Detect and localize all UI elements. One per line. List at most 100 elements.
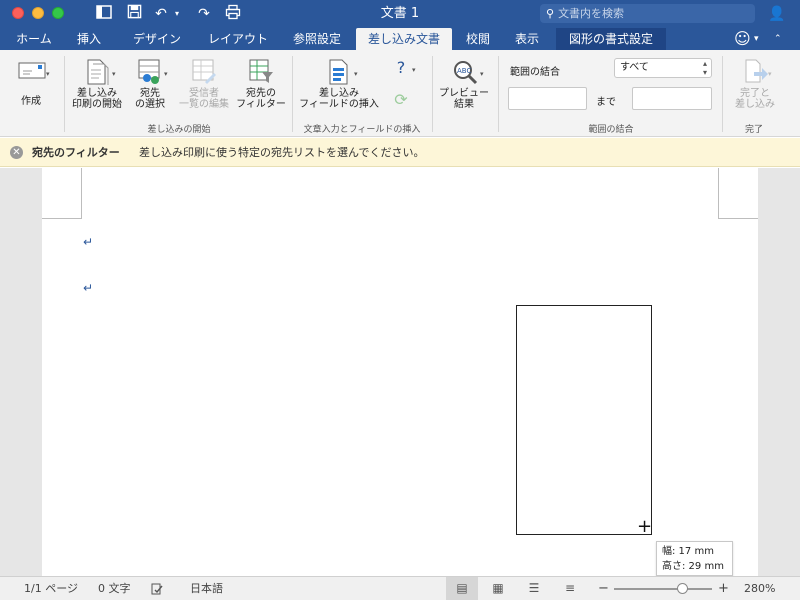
start-merge-label-2: 印刷の開始 [72, 99, 122, 110]
redo-icon[interactable]: ↷ [195, 4, 213, 24]
tab-view[interactable]: 表示 [504, 28, 550, 50]
filter-recipients-label-2: フィルター [236, 99, 286, 110]
edit-recipients-label-2: 一覧の編集 [179, 99, 229, 110]
page-count[interactable]: 1/1 ページ [24, 577, 78, 600]
tooltip-width: 幅: 17 mm [662, 546, 714, 557]
finish-label-2: 差し込み [735, 99, 775, 110]
ribbon-collapse-icon[interactable]: ⌃ [774, 28, 782, 50]
range-select-value: すべて [620, 62, 649, 73]
document-page[interactable]: ↵ ↵ + 幅: 17 mm 高さ: 29 mm [42, 168, 758, 576]
tab-insert[interactable]: 挿入 [70, 28, 108, 50]
ribbon-separator [722, 56, 723, 132]
insert-field-dropdown-icon[interactable]: ▾ [354, 70, 358, 78]
preview-magnifier-icon: ABC [451, 58, 478, 85]
outline-view-icon[interactable]: ☰ [518, 577, 550, 600]
ribbon-separator [292, 56, 293, 132]
start-mail-merge-button[interactable]: 差し込み 印刷の開始 [70, 58, 124, 110]
select-recipients-label-2: の選択 [135, 99, 165, 110]
start-merge-dropdown-icon[interactable]: ▾ [112, 70, 116, 78]
zoom-level[interactable]: 280% [744, 577, 775, 600]
sidebar-toggle-icon[interactable] [95, 4, 113, 24]
insert-merge-field-button[interactable]: 差し込み フィールドの挿入 [296, 58, 382, 110]
group-label-range: 範囲の結合 [588, 125, 634, 135]
document-merge-icon [84, 58, 110, 85]
preview-dropdown-icon[interactable]: ▾ [480, 70, 484, 78]
crosshair-cursor-icon: + [637, 516, 653, 537]
finish-dropdown-icon[interactable]: ▾ [768, 70, 772, 78]
save-icon[interactable] [125, 4, 143, 24]
drawn-shape[interactable] [516, 305, 652, 535]
tab-design[interactable]: デザイン [122, 28, 192, 50]
merge-field-icon [326, 58, 352, 85]
feedback-dropdown-icon[interactable]: ▾ [754, 28, 759, 50]
proofing-icon[interactable] [150, 577, 164, 600]
message-title: 宛先のフィルター [32, 146, 120, 159]
create-button[interactable]: 作成 [6, 60, 56, 107]
maximize-window-button[interactable] [52, 7, 64, 19]
zoom-slider[interactable] [614, 588, 712, 590]
print-layout-view-icon[interactable]: ▤ [446, 577, 478, 600]
language[interactable]: 日本語 [190, 577, 223, 600]
svg-text:ABC: ABC [457, 67, 471, 75]
print-icon[interactable] [224, 4, 242, 24]
tab-layout[interactable]: レイアウト [200, 28, 276, 50]
share-user-icon[interactable]: 👤 [768, 4, 785, 24]
finish-merge-button[interactable]: 完了と 差し込み [730, 58, 780, 110]
select-recipients-dropdown-icon[interactable]: ▾ [164, 70, 168, 78]
range-select[interactable]: すべて ▴ ▾ [614, 58, 712, 78]
edit-recipients-label-1: 受信者 [189, 88, 219, 99]
insert-field-label-2: フィールドの挿入 [299, 99, 379, 110]
status-bar: 1/1 ページ 0 文字 日本語 ▤ ▦ ☰ ≡ − + 280% [0, 576, 800, 600]
refresh-icon: ⟳ [394, 90, 408, 109]
group-label-finish: 完了 [744, 125, 763, 135]
zoom-in-button[interactable]: + [718, 577, 729, 600]
close-window-button[interactable] [12, 7, 24, 19]
tab-home[interactable]: ホーム [8, 28, 60, 50]
minimize-window-button[interactable] [32, 7, 44, 19]
zoom-out-button[interactable]: − [598, 577, 609, 600]
range-to-field[interactable] [632, 87, 712, 110]
range-from-field[interactable] [508, 87, 587, 110]
range-to-label: まで [596, 97, 616, 108]
margin-corner-mark [718, 168, 758, 219]
updown-icon: ▴ ▾ [702, 59, 707, 77]
undo-icon[interactable]: ↶ [152, 4, 170, 24]
tab-mailings[interactable]: 差し込み文書 [356, 28, 452, 50]
filter-recipients-label-1: 宛先の [246, 88, 276, 99]
ribbon-separator [498, 56, 499, 132]
document-title: 文書 1 [380, 6, 420, 21]
envelope-icon [18, 60, 46, 86]
zoom-slider-thumb[interactable] [677, 583, 689, 594]
tab-references[interactable]: 参照設定 [284, 28, 350, 50]
recipients-icon [137, 58, 163, 84]
start-merge-label-1: 差し込み [77, 88, 117, 99]
group-label-start-merge: 差し込みの開始 [147, 125, 211, 135]
tab-review[interactable]: 校閲 [456, 28, 500, 50]
update-labels-button[interactable]: ⟳ [386, 90, 416, 110]
edit-recipient-list-button[interactable]: 受信者 一覧の編集 [176, 58, 232, 110]
create-dropdown-icon[interactable]: ▾ [46, 70, 50, 78]
finish-label-1: 完了と [740, 88, 770, 99]
tab-shape-format[interactable]: 図形の書式設定 [556, 28, 666, 50]
word-count[interactable]: 0 文字 [98, 577, 131, 600]
web-layout-view-icon[interactable]: ▦ [482, 577, 514, 600]
select-recipients-label-1: 宛先 [140, 88, 160, 99]
edit-list-icon [191, 58, 217, 84]
select-recipients-button[interactable]: 宛先 の選択 [128, 58, 172, 110]
create-label: 作成 [21, 96, 41, 107]
tooltip-height: 高さ: 29 mm [662, 561, 724, 572]
ribbon-tabs: ホーム 挿入 デザイン レイアウト 参照設定 差し込み文書 校閲 表示 図形の書… [0, 28, 800, 50]
rules-dropdown-icon[interactable]: ▾ [412, 66, 416, 74]
feedback-smiley-icon[interactable]: ☺ [734, 29, 751, 49]
undo-dropdown-icon[interactable]: ▾ [172, 4, 182, 24]
preview-label-2: 結果 [454, 99, 474, 110]
filter-recipients-button[interactable]: 宛先の フィルター [234, 58, 288, 110]
ribbon-separator [64, 56, 65, 132]
draft-view-icon[interactable]: ≡ [554, 577, 586, 600]
search-input[interactable]: ⚲ 文書内を検索 [540, 4, 755, 23]
ribbon-mailings: 作成 ▾ 差し込み 印刷の開始 ▾ 宛先 の選択 ▾ 受信者 一覧の編集 宛先の… [0, 50, 800, 137]
insert-field-label-1: 差し込み [319, 88, 359, 99]
dismiss-message-icon[interactable]: ✕ [10, 146, 23, 159]
preview-results-button[interactable]: ABC プレビュー 結果 [436, 58, 492, 110]
filter-icon [248, 58, 274, 84]
